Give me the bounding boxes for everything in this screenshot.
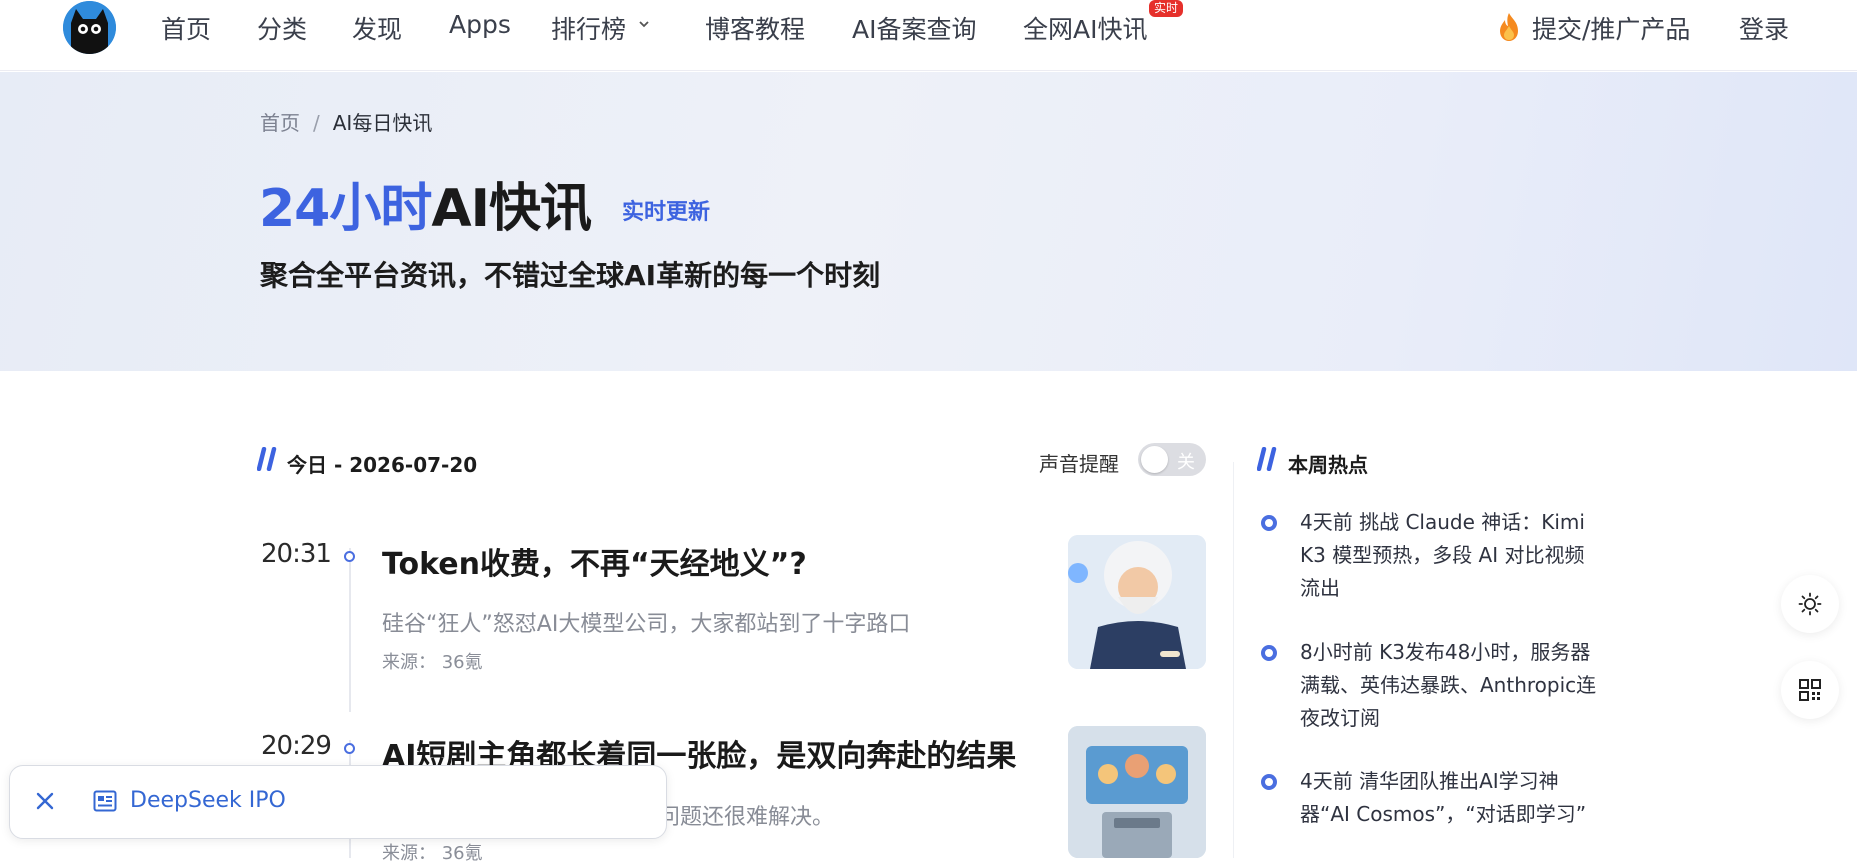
news-source-prefix: 来源： — [382, 843, 436, 864]
toast-link[interactable]: DeepSeek IPO — [130, 788, 286, 813]
nav-ai-news[interactable]: 全网AI快讯 — [1023, 10, 1147, 46]
hot-item-dot — [1261, 774, 1277, 790]
breadcrumb-home[interactable]: 首页 — [260, 111, 300, 135]
news-time: 20:29 — [261, 731, 332, 761]
page-title-main: AI快讯 — [431, 179, 592, 239]
hot-item[interactable]: 4天前 清华团队推出AI学习神器“AI Cosmos”，“对话即学习” — [1300, 765, 1600, 831]
feed-date-heading: 今日 - 2026-07-20 — [287, 453, 478, 477]
slash-section-icon — [256, 446, 281, 475]
nav-discover[interactable]: 发现 — [352, 10, 402, 46]
toggle-state-text: 关 — [1177, 452, 1195, 473]
page-title: 24小时AI快讯 — [259, 166, 592, 241]
breadcrumb-current: AI每日快讯 — [332, 111, 433, 135]
close-icon[interactable] — [34, 790, 56, 816]
live-badge: 实时 — [1149, 0, 1184, 17]
news-thumbnail[interactable] — [1068, 726, 1206, 858]
news-source: 来源： 36氪 — [382, 648, 483, 674]
sun-icon — [1798, 592, 1822, 616]
theme-toggle-button[interactable] — [1781, 575, 1839, 633]
toggle-knob — [1141, 446, 1168, 473]
weekly-hot-heading: 本周热点 — [1288, 453, 1368, 477]
timeline-dot — [344, 551, 355, 562]
news-toast: DeepSeek IPO — [9, 765, 667, 839]
page-subtitle: 聚合全平台资讯，不错过全球AI革新的每一个时刻 — [260, 259, 881, 292]
nav-categories[interactable]: 分类 — [257, 10, 307, 46]
nav-rankings[interactable]: 排行榜 — [551, 10, 626, 46]
nav-apps[interactable]: Apps — [449, 10, 511, 39]
news-icon — [93, 790, 117, 816]
login-link[interactable]: 登录 — [1739, 10, 1789, 46]
fire-icon — [1496, 12, 1522, 46]
news-time: 20:31 — [261, 539, 332, 569]
hot-item[interactable]: 4天前 挑战 Claude 神话：Kimi K3 模型预热，多段 AI 对比视频… — [1300, 506, 1600, 605]
nav-ai-filing[interactable]: AI备案查询 — [852, 10, 976, 46]
news-source-prefix: 来源： — [382, 652, 436, 673]
sidebar-divider — [1233, 462, 1234, 858]
news-thumbnail[interactable] — [1068, 535, 1206, 669]
slash-section-icon — [1256, 446, 1281, 475]
submit-product-link[interactable]: 提交/推广产品 — [1532, 10, 1690, 46]
news-summary: 硅谷“狂人”怒怼AI大模型公司，大家都站到了十字路口 — [382, 612, 911, 637]
qr-code-button[interactable] — [1781, 661, 1839, 719]
chevron-down-icon[interactable] — [637, 16, 651, 35]
news-source-name: 36氪 — [441, 652, 483, 673]
hot-item[interactable]: 8小时前 K3发布48小时，服务器满载、英伟达暴跌、Anthropic连夜改订阅 — [1300, 636, 1600, 735]
news-source-name: 36氪 — [441, 843, 483, 864]
breadcrumb-separator: / — [313, 111, 320, 135]
news-title[interactable]: Token收费，不再“天经地义”? — [382, 539, 807, 583]
hot-item-dot — [1261, 515, 1277, 531]
cat-logo-icon[interactable] — [63, 1, 116, 54]
sound-alert-toggle[interactable]: 关 — [1138, 443, 1206, 476]
hot-item-dot — [1261, 645, 1277, 661]
news-source: 来源： 36氪 — [382, 839, 483, 865]
qr-code-icon — [1799, 679, 1821, 701]
timeline-line — [349, 548, 351, 712]
top-navbar: 首页 分类 发现 Apps 排行榜 博客教程 AI备案查询 全网AI快讯 实时 … — [0, 0, 1857, 71]
live-update-tag: 实时更新 — [622, 200, 711, 225]
timeline-dot — [344, 743, 355, 754]
nav-home[interactable]: 首页 — [161, 10, 211, 46]
breadcrumb: 首页 / AI每日快讯 — [260, 107, 432, 136]
nav-blog[interactable]: 博客教程 — [705, 10, 805, 46]
page-title-highlight: 24小时 — [259, 179, 432, 239]
sound-alert-label: 声音提醒 — [1039, 452, 1119, 476]
